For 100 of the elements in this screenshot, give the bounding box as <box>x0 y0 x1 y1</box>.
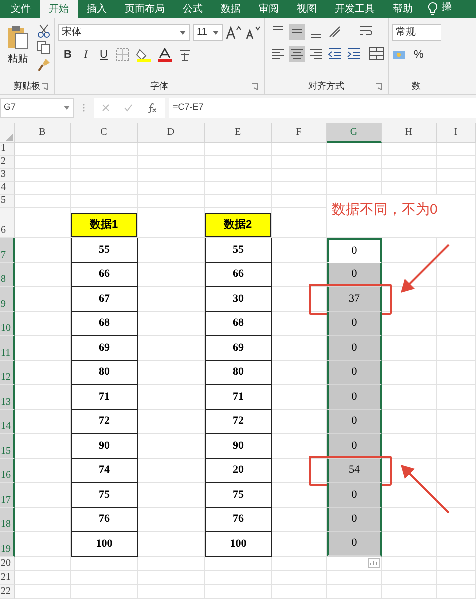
grid-cell[interactable] <box>382 312 437 336</box>
row-header[interactable]: 13 <box>0 385 15 410</box>
row-header[interactable]: 8 <box>0 262 15 287</box>
row-header[interactable]: 2 <box>0 156 15 169</box>
grid-cell[interactable] <box>71 182 138 195</box>
grid-cell[interactable] <box>15 182 71 195</box>
grid-cell[interactable]: 数据2 <box>205 208 272 238</box>
grid-cell[interactable] <box>382 238 437 262</box>
row-header[interactable]: 9 <box>0 287 15 312</box>
grid-cell[interactable] <box>437 287 476 312</box>
decrease-font-icon[interactable] <box>245 26 261 40</box>
grid-cell[interactable] <box>382 532 437 556</box>
ribbon-tab[interactable]: 视图 <box>288 0 326 18</box>
grid-cell[interactable] <box>437 336 476 360</box>
column-header[interactable]: D <box>138 123 205 143</box>
grid-cell[interactable] <box>272 156 327 169</box>
row-header[interactable]: 7 <box>0 238 15 262</box>
dialog-launcher-icon[interactable] <box>41 83 49 91</box>
column-header[interactable]: H <box>382 123 437 143</box>
ribbon-tab[interactable]: 数据 <box>212 0 250 18</box>
column-header[interactable]: I <box>437 123 476 143</box>
grid-cell[interactable] <box>205 169 272 182</box>
grid-cell[interactable] <box>437 584 476 598</box>
grid-cell[interactable] <box>205 584 272 598</box>
grid-cell[interactable] <box>71 169 138 182</box>
select-all-icon[interactable] <box>6 134 13 141</box>
row-header[interactable]: 1 <box>0 143 15 156</box>
increase-font-icon[interactable] <box>226 26 242 40</box>
grid-cell[interactable] <box>327 570 382 584</box>
borders-icon[interactable] <box>116 48 130 62</box>
ribbon-tab[interactable]: 开始 <box>40 0 78 18</box>
ribbon-tab[interactable]: 开发工具 <box>326 0 384 18</box>
grid-cell[interactable] <box>138 169 205 182</box>
grid-cell[interactable] <box>382 483 437 508</box>
grid-cell[interactable] <box>15 143 71 156</box>
increase-indent-icon[interactable] <box>346 46 362 62</box>
ribbon-tab[interactable]: 插入 <box>78 0 116 18</box>
text-orientation-icon[interactable] <box>327 24 343 40</box>
grid-cell[interactable] <box>71 143 138 156</box>
grid-cell[interactable] <box>138 570 205 584</box>
grid-cell[interactable] <box>327 556 382 570</box>
paintbrush-icon[interactable] <box>37 58 51 72</box>
grid-cell[interactable] <box>15 195 71 208</box>
grid-cell[interactable] <box>382 508 437 532</box>
grid-cell[interactable] <box>205 556 272 570</box>
grid-cell[interactable] <box>437 508 476 532</box>
grid-cell[interactable] <box>71 556 138 570</box>
grid-cell[interactable] <box>71 156 138 169</box>
fill-color-icon[interactable] <box>136 48 152 62</box>
grid-cell[interactable] <box>15 556 71 570</box>
scissors-icon[interactable] <box>37 24 51 38</box>
row-header[interactable]: 21 <box>0 570 15 584</box>
row-header[interactable]: 5 <box>0 195 15 208</box>
dropdown-caret-icon[interactable] <box>180 30 186 34</box>
grid-cell[interactable] <box>138 195 205 208</box>
column-header[interactable]: F <box>272 123 327 143</box>
row-header[interactable]: 19 <box>0 532 15 556</box>
grid-cell[interactable] <box>138 143 205 156</box>
grid-cell[interactable] <box>437 385 476 410</box>
dialog-launcher-icon[interactable] <box>251 83 259 91</box>
grid-cell[interactable] <box>205 195 272 208</box>
grid-cell[interactable] <box>71 195 138 208</box>
percent-button[interactable]: % <box>414 47 424 64</box>
grid-cell[interactable] <box>327 584 382 598</box>
italic-button[interactable]: I <box>80 47 92 64</box>
grid-cell[interactable] <box>382 360 437 385</box>
grid-cell[interactable] <box>138 182 205 195</box>
quick-analysis-icon[interactable] <box>368 558 380 568</box>
grid-cell[interactable] <box>71 584 138 598</box>
row-header[interactable]: 16 <box>0 458 15 483</box>
grid-cell[interactable] <box>437 410 476 434</box>
column-header[interactable]: E <box>205 123 272 143</box>
formula-field[interactable]: =C7-E7 <box>169 98 476 118</box>
grid-cell[interactable] <box>272 570 327 584</box>
font-size-field[interactable]: 11 <box>193 24 223 41</box>
grid-cell[interactable] <box>437 434 476 458</box>
cancel-icon[interactable] <box>102 104 110 112</box>
grid-cell[interactable] <box>437 483 476 508</box>
dropdown-caret-icon[interactable] <box>64 106 70 110</box>
phonetic-guide-icon[interactable] <box>178 48 192 62</box>
row-header[interactable]: 12 <box>0 360 15 385</box>
grid-cell[interactable] <box>382 169 437 182</box>
dialog-launcher-icon[interactable] <box>375 83 383 91</box>
row-header[interactable]: 15 <box>0 434 15 458</box>
grid-cell[interactable] <box>272 143 327 156</box>
ribbon-tab[interactable]: 文件 <box>2 0 40 18</box>
grid-cell[interactable] <box>437 182 476 195</box>
decrease-indent-icon[interactable] <box>327 46 343 62</box>
grid-cell[interactable] <box>382 570 437 584</box>
grid-cell[interactable] <box>382 385 437 410</box>
underline-button[interactable]: U <box>98 47 110 64</box>
grid-cell[interactable] <box>205 182 272 195</box>
grid-cell[interactable] <box>382 584 437 598</box>
grid-cell[interactable] <box>15 156 71 169</box>
align-middle-icon[interactable] <box>289 24 305 40</box>
row-header[interactable]: 14 <box>0 410 15 434</box>
grid-cell[interactable] <box>382 143 437 156</box>
grid-cell[interactable] <box>272 182 327 195</box>
copy-icon[interactable] <box>37 41 51 55</box>
row-header[interactable]: 18 <box>0 508 15 532</box>
